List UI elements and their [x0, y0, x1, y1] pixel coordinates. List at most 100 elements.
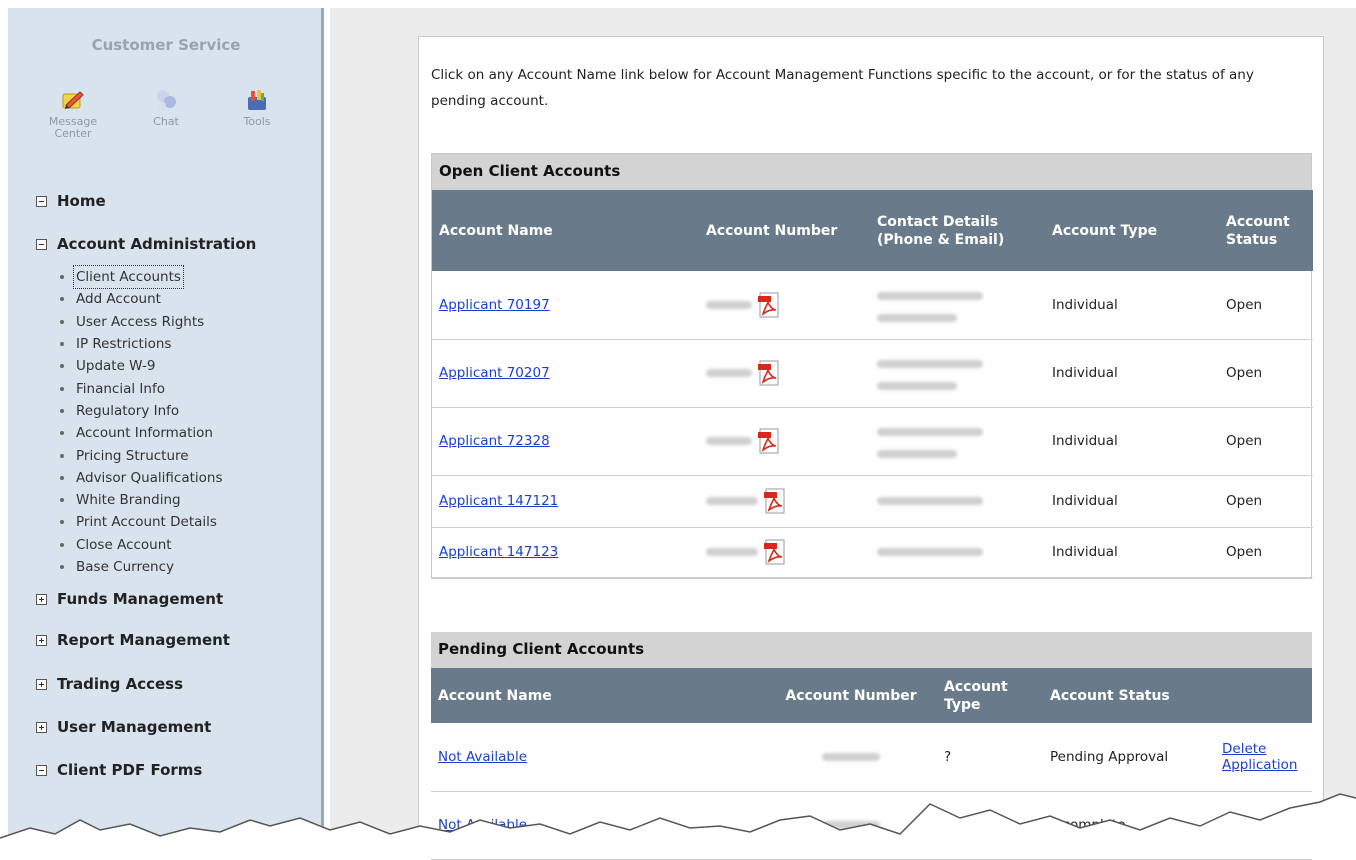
customer-service-title: Customer Service	[91, 36, 241, 54]
account-status-cell: Open	[1219, 475, 1313, 528]
chat-icon	[157, 90, 176, 110]
tools-icon	[248, 90, 266, 110]
subnav-account-information[interactable]: Account Information	[60, 422, 223, 444]
table-row: Applicant 70207 Individual Open	[432, 339, 1313, 408]
table-row: Applicant 147123 Individual Open	[432, 527, 1313, 578]
table-row: Not Available ? Pending Approval Delete …	[431, 723, 1312, 792]
bullet-icon	[60, 453, 64, 458]
col-account-type: Account Type	[1045, 190, 1219, 271]
collapse-icon	[36, 195, 47, 207]
message-center-icon	[62, 91, 84, 109]
table-row: Applicant 72328 Individual Open	[432, 407, 1313, 476]
col-account-number: Account Number	[699, 190, 870, 271]
open-accounts-title: Open Client Accounts	[432, 154, 1311, 190]
nav-home[interactable]: Home	[36, 192, 106, 210]
account-name-link[interactable]: Applicant 72328	[439, 433, 550, 449]
account-status-cell: Open	[1219, 407, 1313, 476]
account-number-redacted	[706, 300, 752, 309]
table-row: Applicant 70197 Individual Open	[432, 271, 1313, 340]
expand-icon	[36, 634, 47, 646]
tools-tool[interactable]: Tools	[222, 88, 292, 128]
nav-funds-management[interactable]: Funds Management	[36, 590, 223, 608]
nav-home-label: Home	[57, 192, 106, 210]
account-name-link[interactable]: Applicant 147123	[439, 544, 558, 560]
open-accounts-grid: Account Name Account Number Contact Deta…	[432, 190, 1313, 578]
account-name-link[interactable]: Not Available	[438, 749, 527, 765]
delete-application-link[interactable]: Delete Application	[1222, 741, 1297, 773]
table-row: Applicant 147121 Individual Open	[432, 475, 1313, 528]
chat-label: Chat	[153, 115, 179, 128]
bullet-icon	[60, 297, 64, 302]
contact-phone-redacted	[877, 497, 983, 505]
torn-edge-decoration	[0, 793, 1356, 850]
bullet-icon	[60, 520, 64, 525]
intro-text: Click on any Account Name link below for…	[431, 67, 1254, 109]
pdf-icon[interactable]	[758, 360, 780, 386]
pdf-icon[interactable]	[764, 539, 786, 565]
bullet-icon	[60, 431, 64, 436]
subnav-white-branding[interactable]: White Branding	[60, 489, 223, 511]
account-name-link[interactable]: Applicant 70197	[439, 297, 550, 313]
contact-phone-redacted	[877, 291, 983, 300]
contact-email-redacted	[877, 313, 957, 322]
bullet-icon	[60, 475, 64, 480]
col-account-status: Account Status	[1219, 190, 1313, 271]
account-number-redacted	[706, 548, 758, 556]
subnav-close-account[interactable]: Close Account	[60, 534, 223, 556]
bullet-icon	[60, 319, 64, 324]
collapse-icon	[36, 764, 47, 776]
nav-trading-access[interactable]: Trading Access	[36, 675, 183, 693]
bullet-icon	[60, 364, 64, 369]
pending-accounts-title: Pending Client Accounts	[431, 632, 1312, 668]
subnav-client-accounts[interactable]: Client Accounts	[60, 265, 223, 290]
bullet-icon	[60, 542, 64, 547]
message-center-tool[interactable]: Message Center	[38, 88, 108, 140]
open-accounts-table: Open Client Accounts Account Name Accoun…	[431, 153, 1313, 579]
expand-icon	[36, 593, 47, 605]
subnav-base-currency[interactable]: Base Currency	[60, 556, 223, 578]
subnav-financial-info[interactable]: Financial Info	[60, 377, 223, 399]
subnav-print-account-details[interactable]: Print Account Details	[60, 511, 223, 533]
subnav-user-access-rights[interactable]: User Access Rights	[60, 311, 223, 333]
nav-account-administration[interactable]: Account Administration	[36, 235, 256, 253]
subnav-advisor-qualifications[interactable]: Advisor Qualifications	[60, 467, 223, 489]
collapse-icon	[36, 238, 47, 250]
subnav-ip-restrictions[interactable]: IP Restrictions	[60, 333, 223, 355]
bullet-icon	[60, 386, 64, 391]
subnav-add-account[interactable]: Add Account	[60, 288, 223, 310]
account-status-cell: Open	[1219, 271, 1313, 340]
pdf-icon[interactable]	[758, 292, 780, 318]
tools-label: Tools	[243, 115, 271, 128]
nav-client-pdf-forms[interactable]: Client PDF Forms	[36, 761, 202, 779]
account-type-cell: Individual	[1045, 475, 1219, 528]
nav-report-management[interactable]: Report Management	[36, 631, 230, 649]
account-number-redacted	[822, 752, 880, 761]
col-contact-details: Contact Details (Phone & Email)	[870, 190, 1045, 271]
pdf-icon[interactable]	[764, 488, 786, 514]
nav-user-management[interactable]: User Management	[36, 718, 211, 736]
subnav-pricing-structure[interactable]: Pricing Structure	[60, 444, 223, 466]
subnav-update-w9[interactable]: Update W-9	[60, 355, 223, 377]
account-status-cell: Open	[1219, 527, 1313, 578]
message-center-label: Message Center	[48, 115, 98, 140]
pdf-icon[interactable]	[758, 428, 780, 454]
nav-account-administration-label: Account Administration	[57, 235, 257, 253]
account-name-link[interactable]: Applicant 147121	[439, 493, 558, 509]
col-account-name: Account Name	[431, 668, 765, 723]
account-name-link[interactable]: Applicant 70207	[439, 365, 550, 381]
bullet-icon	[60, 275, 64, 280]
col-account-name: Account Name	[432, 190, 699, 271]
bullet-icon	[60, 565, 64, 569]
account-type-cell: Individual	[1045, 527, 1219, 578]
col-action	[1215, 668, 1312, 723]
account-type-cell: ?	[937, 723, 1043, 792]
contact-phone-redacted	[877, 548, 983, 556]
account-number-redacted	[706, 369, 752, 377]
account-type-cell: Individual	[1045, 339, 1219, 408]
bullet-icon	[60, 342, 64, 347]
subnav-regulatory-info[interactable]: Regulatory Info	[60, 400, 223, 422]
chat-tool[interactable]: Chat	[131, 88, 201, 128]
contact-email-redacted	[877, 382, 957, 390]
account-number-redacted	[706, 497, 758, 505]
col-account-status: Account Status	[1043, 668, 1215, 723]
